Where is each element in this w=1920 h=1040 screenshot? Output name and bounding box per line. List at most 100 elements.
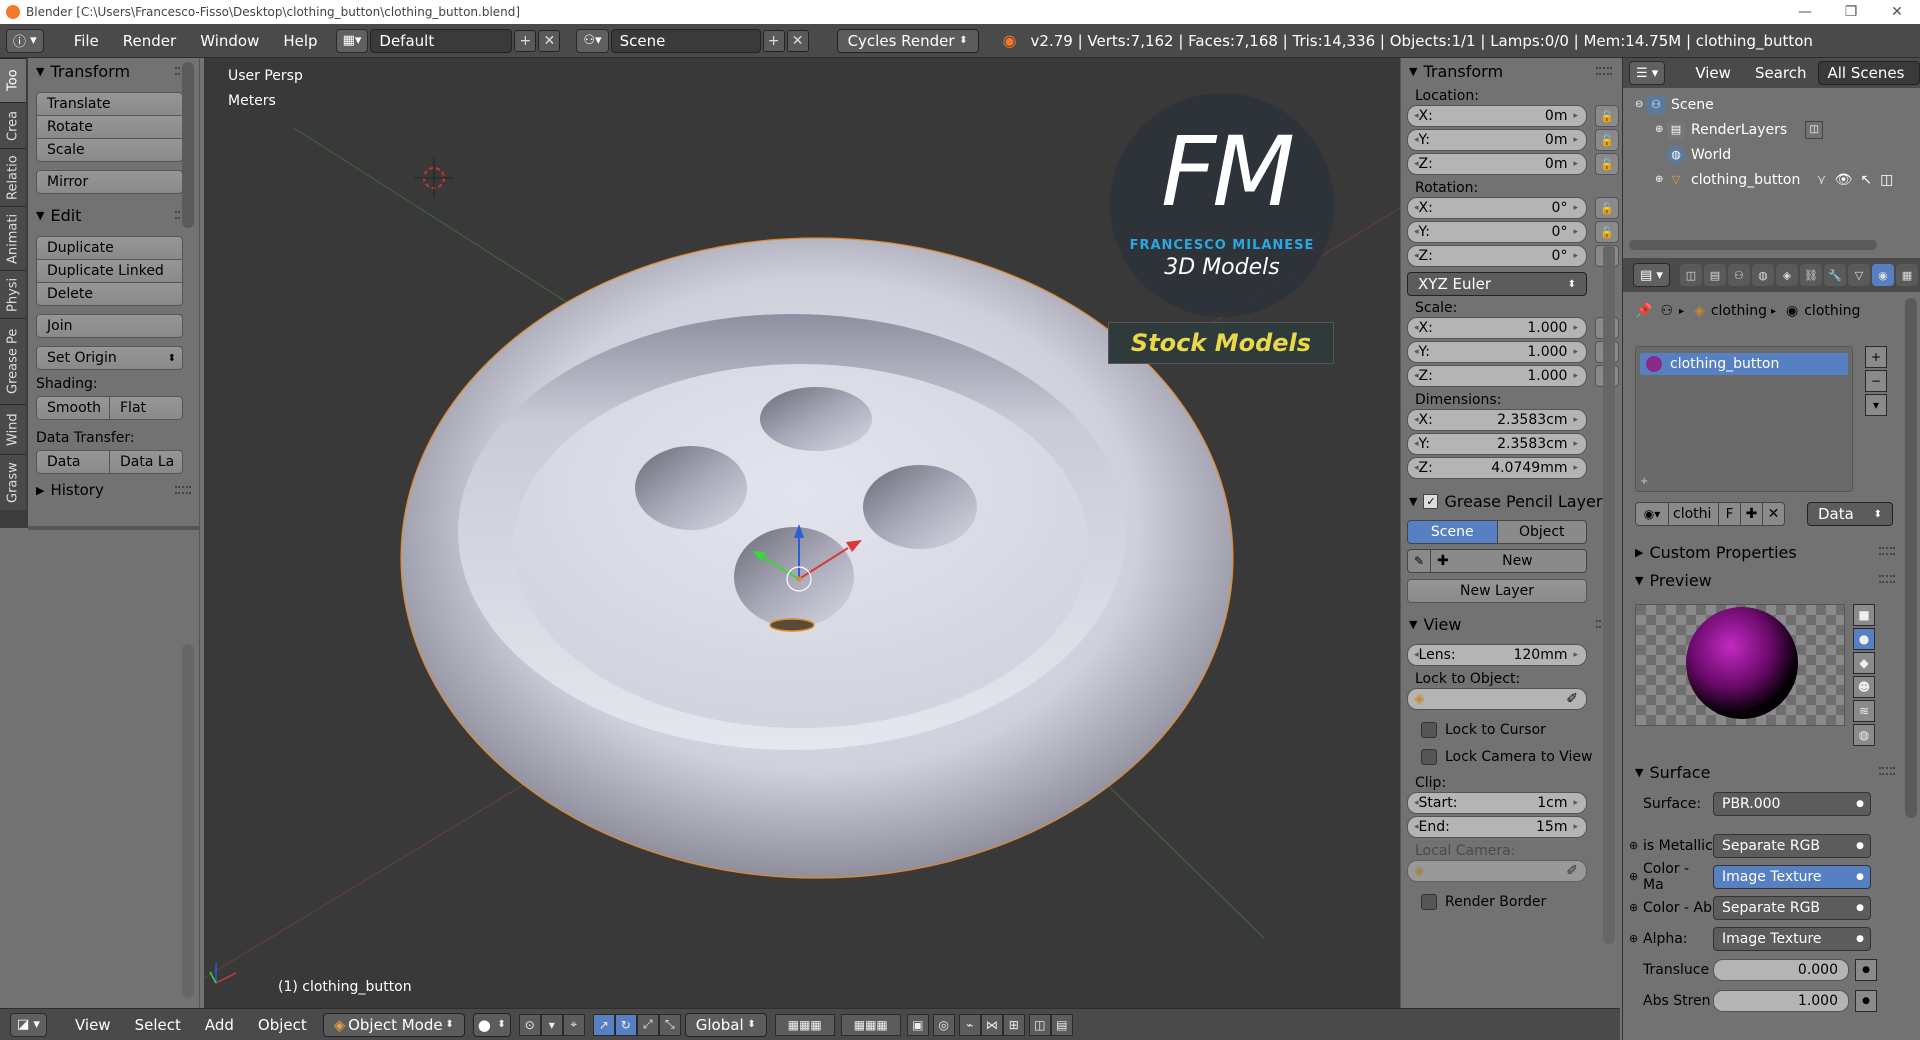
properties-scrollbar[interactable] — [1905, 298, 1917, 818]
editor-type-info-button[interactable]: ⓘ ▾ — [6, 28, 44, 53]
browse-material-icon[interactable]: ◉▾ — [1635, 502, 1669, 526]
delete-button[interactable]: Delete — [36, 282, 183, 306]
rotation-x-field[interactable]: ◂ X: 0° ▸ — [1407, 197, 1587, 219]
manipulator-toggle-icon[interactable]: ⌖ — [562, 1013, 585, 1036]
grease-new-button[interactable]: ✚ New — [1431, 549, 1587, 573]
scale-button[interactable]: Scale — [36, 138, 183, 162]
render-layers-tab-icon[interactable]: ▤ — [1703, 264, 1726, 286]
add-slot-icon[interactable]: + — [1865, 346, 1887, 368]
expand-plus-icon[interactable]: ⊕ — [1629, 839, 1638, 852]
world-tab-icon[interactable]: ◍ — [1751, 264, 1774, 286]
lock-camera-checkbox[interactable] — [1421, 749, 1437, 765]
object-tab-icon[interactable]: ◈ — [1775, 264, 1798, 286]
expand-plus-icon[interactable]: ⊕ — [1629, 901, 1638, 914]
snap-magnet-icon[interactable]: ⌁ — [958, 1013, 981, 1036]
np-transform-header[interactable]: ▼ Transform — [1401, 58, 1620, 84]
preview-hair-icon[interactable]: ≋ — [1853, 700, 1875, 722]
outliner-row-clothing-button[interactable]: ⊕ ▽ clothing_button ⋎ 👁 ↖ ◫ — [1623, 167, 1920, 192]
tab-wind[interactable]: Wind — [0, 404, 26, 454]
outliner-display-mode[interactable]: All Scenes — [1818, 61, 1920, 85]
smooth-button[interactable]: Smooth — [36, 396, 110, 420]
constraints-tab-icon[interactable]: ⛓ — [1799, 264, 1822, 286]
lens-field[interactable]: ◂ Lens: 120mm ▸ — [1407, 644, 1587, 666]
menu-window[interactable]: Window — [188, 32, 271, 50]
opengl-animation-icon[interactable]: ▤ — [1050, 1013, 1073, 1036]
tab-tools[interactable]: Too — [0, 58, 26, 102]
custom-properties-header[interactable]: ▶ Custom Properties — [1623, 538, 1903, 566]
scale-z-field[interactable]: ◂ Z: 1.000 ▸ — [1407, 365, 1587, 387]
menu-file[interactable]: File — [62, 32, 111, 50]
tab-create[interactable]: Crea — [0, 102, 26, 148]
pivot-dropdown-icon[interactable]: ▾ — [540, 1013, 563, 1036]
history-panel-header[interactable]: ▶ History — [28, 480, 199, 500]
tab-grease-pencil[interactable]: Grease Pe — [0, 318, 26, 404]
editor-type-3d-button[interactable]: ◪ ▾ — [10, 1012, 47, 1037]
eyedropper-icon[interactable]: ✐ — [1566, 863, 1578, 879]
manipulator-extra-icon[interactable]: ⤡ — [658, 1013, 681, 1036]
maximize-button[interactable]: ❐ — [1828, 0, 1874, 24]
mirror-button[interactable]: Mirror — [36, 170, 183, 194]
render-engine-select[interactable]: Cycles Render ⬍ — [836, 28, 979, 53]
render-tab-icon[interactable]: ◫ — [1679, 264, 1702, 286]
preview-flat-icon[interactable]: ■ — [1853, 604, 1875, 626]
pivot-point-icon[interactable]: ⊙ — [518, 1013, 541, 1036]
set-origin-dropdown[interactable]: Set Origin ⬍ — [36, 346, 183, 370]
manipulator-rotate-icon[interactable]: ↻ — [614, 1013, 637, 1036]
clip-start-field[interactable]: ◂ Start: 1cm ▸ — [1407, 792, 1587, 814]
texture-tab-icon[interactable]: ▦ — [1895, 264, 1918, 286]
close-button[interactable]: ✕ — [1874, 0, 1920, 24]
preview-cube-icon[interactable]: ◆ — [1853, 652, 1875, 674]
preview-monkey-icon[interactable]: ☻ — [1853, 676, 1875, 698]
3d-viewport[interactable]: User Persp Meters (1) clothing_button FM… — [204, 58, 1400, 1008]
rotation-mode-select[interactable]: XYZ Euler ⬍ — [1407, 272, 1587, 296]
add-screen-icon[interactable]: + — [514, 29, 537, 52]
input-node-select[interactable]: Separate RGB ● — [1713, 833, 1871, 858]
lock-icon[interactable]: 🔓 — [1595, 105, 1619, 127]
duplicate-button[interactable]: Duplicate — [36, 236, 183, 260]
proportional-edit-icon[interactable]: ◎ — [932, 1013, 955, 1036]
add-scene-icon[interactable]: + — [762, 29, 785, 52]
dimension-y-field[interactable]: ◂ Y: 2.3583cm ▸ — [1407, 433, 1587, 455]
scale-y-field[interactable]: ◂ Y: 1.000 ▸ — [1407, 341, 1587, 363]
outliner-row-scene[interactable]: ⊖ ⚇ Scene — [1623, 92, 1920, 117]
lock-object-field[interactable]: ◈ ✐ — [1407, 688, 1587, 710]
lock-cursor-checkbox[interactable] — [1421, 722, 1437, 738]
remove-screen-icon[interactable]: ✕ — [538, 29, 561, 52]
location-x-field[interactable]: ◂ X: 0m ▸ — [1407, 105, 1587, 127]
scene-field[interactable]: Scene — [610, 28, 761, 53]
menu-view[interactable]: View — [63, 1016, 123, 1034]
modifier-icon[interactable]: ⋎ — [1816, 172, 1826, 188]
menu-help[interactable]: Help — [271, 32, 329, 50]
dimension-z-field[interactable]: ◂ Z: 4.0749mm ▸ — [1407, 457, 1587, 479]
scale-x-field[interactable]: ◂ X: 1.000 ▸ — [1407, 317, 1587, 339]
fake-user-button[interactable]: F — [1719, 502, 1741, 526]
scene-tab-icon[interactable]: ⚇ — [1727, 264, 1750, 286]
drag-grip-icon[interactable] — [1879, 547, 1895, 555]
expand-plus-icon[interactable]: ⊕ — [1655, 174, 1667, 185]
lock-icon[interactable]: 🔓 — [1595, 221, 1619, 243]
new-layer-button[interactable]: New Layer — [1407, 579, 1587, 603]
layer-lock-icon[interactable]: ▣ — [906, 1013, 929, 1036]
edit-panel-header[interactable]: ▼ Edit — [28, 202, 199, 228]
menu-add[interactable]: Add — [193, 1016, 246, 1034]
editor-type-outliner-button[interactable]: ☰ ▾ — [1629, 61, 1666, 85]
camera-render-icon[interactable]: ◫ — [1880, 172, 1893, 188]
grease-object-toggle[interactable]: Object — [1497, 520, 1587, 544]
snap-element-icon[interactable]: ⋈ — [980, 1013, 1003, 1036]
drag-grip-icon[interactable] — [175, 486, 191, 494]
collapse-minus-icon[interactable]: ⊖ — [1635, 99, 1647, 110]
lock-icon[interactable]: 🔓 — [1595, 197, 1619, 219]
np-view-header[interactable]: ▼ View — [1401, 611, 1620, 637]
remove-slot-icon[interactable]: − — [1865, 370, 1887, 392]
transform-panel-header[interactable]: ▼ Transform — [28, 58, 199, 84]
rotate-button[interactable]: Rotate — [36, 115, 183, 139]
toolshelf-lower-scrollbar[interactable] — [182, 644, 194, 998]
tab-grasw[interactable]: Grasw — [0, 454, 26, 510]
abs-strength-slider[interactable]: 1.000 — [1713, 989, 1849, 1012]
lock-icon[interactable]: 🔓 — [1595, 129, 1619, 151]
tab-physics[interactable]: Physi — [0, 270, 26, 318]
local-camera-field[interactable]: ◈ ✐ — [1407, 860, 1587, 882]
join-button[interactable]: Join — [36, 314, 183, 338]
manipulator-translate-icon[interactable]: ↗ — [592, 1013, 615, 1036]
outliner-row-world[interactable]: ◍ World — [1623, 142, 1920, 167]
